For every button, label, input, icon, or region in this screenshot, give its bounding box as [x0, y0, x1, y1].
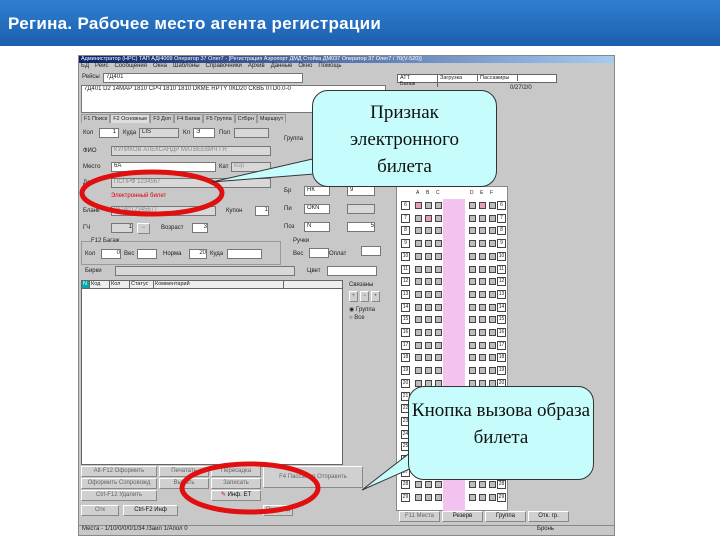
callout-button: Кнопка вызова образа билета	[408, 386, 594, 480]
annotation-overlay	[79, 154, 431, 515]
highlight-ellipse-button	[179, 461, 321, 515]
highlight-ellipse-eticket	[79, 169, 225, 217]
callout-eticket: Признак электронного билета	[312, 90, 497, 187]
